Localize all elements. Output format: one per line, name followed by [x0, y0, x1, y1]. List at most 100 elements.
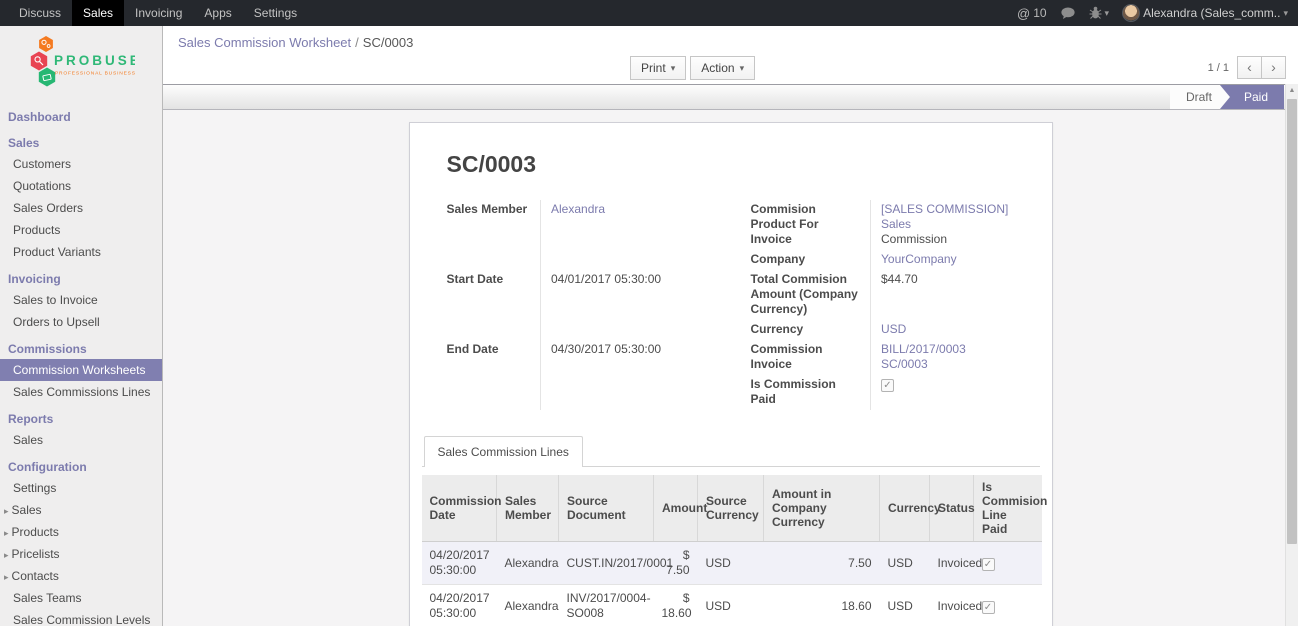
- sidebar-item-sales-orders[interactable]: Sales Orders: [0, 197, 162, 219]
- sidebar-section-configuration[interactable]: Configuration: [0, 457, 162, 477]
- table-row[interactable]: 04/20/2017 05:30:00 Alexandra INV/2017/0…: [422, 585, 1042, 626]
- cell-line-paid: ✓: [974, 585, 1042, 626]
- cell-currency: USD: [880, 585, 930, 626]
- sidebar-item-sales-teams[interactable]: Sales Teams: [0, 587, 162, 609]
- menu-discuss[interactable]: Discuss: [8, 0, 72, 26]
- end-date-value[interactable]: 04/30/2017 05:30:00: [541, 340, 711, 410]
- cell-currency: USD: [880, 542, 930, 585]
- activity-count: 10: [1033, 6, 1046, 20]
- cell-source-currency: USD: [698, 542, 764, 585]
- col-source-document[interactable]: Source Document: [559, 475, 654, 542]
- sidebar-item-orders-to-upsell[interactable]: Orders to Upsell: [0, 311, 162, 333]
- col-is-commission-line-paid[interactable]: Is Commision Line Paid: [974, 475, 1042, 542]
- currency-value-link[interactable]: USD: [881, 322, 906, 336]
- col-source-currency[interactable]: Source Currency: [698, 475, 764, 542]
- action-button[interactable]: Action ▾: [690, 56, 755, 80]
- sidebar-item-label: Sales: [12, 503, 42, 517]
- cell-source-document: CUST.IN/2017/0001: [559, 542, 654, 585]
- pager-previous-button[interactable]: ‹: [1237, 56, 1262, 79]
- commission-invoice-label: Commission Invoice: [751, 340, 871, 375]
- col-amount[interactable]: Amount: [654, 475, 698, 542]
- commission-product-value-link[interactable]: [SALES COMMISSION] Sales: [881, 202, 1008, 231]
- user-menu-button[interactable]: Alexandra (Sales_comm.. ▾: [1122, 4, 1288, 22]
- sales-member-value-link[interactable]: Alexandra: [551, 202, 605, 216]
- sidebar-item-label: Products: [12, 525, 59, 539]
- sidebar-section-invoicing[interactable]: Invoicing: [0, 269, 162, 289]
- line-paid-checkbox[interactable]: ✓: [982, 558, 995, 571]
- sidebar-item-dashboard[interactable]: Dashboard: [0, 107, 162, 127]
- breadcrumb-separator: /: [351, 35, 363, 50]
- table-row[interactable]: 04/20/2017 05:30:00 Alexandra CUST.IN/20…: [422, 542, 1042, 585]
- menu-settings[interactable]: Settings: [243, 0, 308, 26]
- cell-line-paid: ✓: [974, 542, 1042, 585]
- sidebar-item-config-contacts[interactable]: ▸Contacts: [0, 565, 162, 587]
- field-company: Company YourCompany: [751, 250, 1015, 270]
- company-value-link[interactable]: YourCompany: [881, 252, 957, 266]
- sidebar-item-sales-to-invoice[interactable]: Sales to Invoice: [0, 289, 162, 311]
- menu-invoicing[interactable]: Invoicing: [124, 0, 193, 26]
- sidebar-section-sales[interactable]: Sales: [0, 133, 162, 153]
- field-sales-member: Sales Member Alexandra: [447, 200, 711, 270]
- cell-amount-company: 18.60: [764, 585, 880, 626]
- total-commission-value: $44.70: [871, 270, 1015, 320]
- field-start-date: Start Date 04/01/2017 05:30:00: [447, 270, 711, 340]
- chevron-down-icon: ▾: [740, 63, 745, 74]
- menu-sales[interactable]: Sales: [72, 0, 124, 26]
- breadcrumb-current: SC/0003: [363, 35, 414, 50]
- scroll-up-icon[interactable]: ▲: [1286, 84, 1298, 98]
- probuse-logo[interactable]: PROBUSE PROFESSIONAL BUSINESS: [0, 26, 162, 101]
- sidebar-item-commission-worksheets[interactable]: Commission Worksheets: [0, 359, 162, 381]
- sidebar-item-config-pricelists[interactable]: ▸Pricelists: [0, 543, 162, 565]
- content-area: SC/0003 Sales Member Alexandra Start Dat…: [163, 110, 1298, 626]
- chevron-down-icon: ▾: [671, 63, 676, 74]
- is-commission-paid-checkbox[interactable]: ✓: [881, 379, 894, 392]
- commission-invoice-value-link[interactable]: BILL/2017/0003 SC/0003: [881, 342, 966, 371]
- scrollbar-thumb[interactable]: [1287, 99, 1297, 544]
- sidebar-item-label: Pricelists: [12, 547, 60, 561]
- expand-icon[interactable]: ▸: [4, 550, 9, 560]
- pager-next-button[interactable]: ›: [1261, 56, 1286, 79]
- sidebar-item-quotations[interactable]: Quotations: [0, 175, 162, 197]
- sidebar-item-sales-commission-levels[interactable]: Sales Commission Levels: [0, 609, 162, 626]
- menu-apps[interactable]: Apps: [193, 0, 242, 26]
- expand-icon[interactable]: ▸: [4, 572, 9, 582]
- sidebar-item-customers[interactable]: Customers: [0, 153, 162, 175]
- cell-status: Invoiced: [930, 585, 974, 626]
- tab-sales-commission-lines[interactable]: Sales Commission Lines: [424, 436, 583, 467]
- sidebar-section-commissions[interactable]: Commissions: [0, 339, 162, 359]
- sidebar-item-config-products[interactable]: ▸Products: [0, 521, 162, 543]
- sidebar-item-reports-sales[interactable]: Sales: [0, 429, 162, 451]
- col-commission-date[interactable]: Commission Date: [422, 475, 497, 542]
- page-title: SC/0003: [447, 151, 1015, 178]
- sidebar-section-reports[interactable]: Reports: [0, 409, 162, 429]
- breadcrumb-parent-link[interactable]: Sales Commission Worksheet: [178, 35, 351, 50]
- debug-menu-button[interactable]: ▾: [1089, 6, 1110, 20]
- line-paid-checkbox[interactable]: ✓: [982, 601, 995, 614]
- start-date-label: Start Date: [447, 270, 541, 340]
- pager-buttons: ‹ ›: [1237, 56, 1286, 79]
- sidebar-item-settings[interactable]: Settings: [0, 477, 162, 499]
- field-currency: Currency USD: [751, 320, 1015, 340]
- expand-icon[interactable]: ▸: [4, 506, 9, 516]
- col-sales-member[interactable]: Sales Member: [497, 475, 559, 542]
- expand-icon[interactable]: ▸: [4, 528, 9, 538]
- field-end-date: End Date 04/30/2017 05:30:00: [447, 340, 711, 410]
- sidebar-item-sales-commissions-lines[interactable]: Sales Commissions Lines: [0, 381, 162, 403]
- cell-commission-date: 04/20/2017 05:30:00: [422, 542, 497, 585]
- activities-button[interactable]: @ 10: [1017, 6, 1047, 21]
- action-buttons: Print ▾ Action ▾: [630, 56, 755, 80]
- col-amount-company-currency[interactable]: Amount in Company Currency: [764, 475, 880, 542]
- table-header-row: Commission Date Sales Member Source Docu…: [422, 475, 1042, 542]
- start-date-value[interactable]: 04/01/2017 05:30:00: [541, 270, 711, 340]
- col-currency[interactable]: Currency: [880, 475, 930, 542]
- sidebar-item-product-variants[interactable]: Product Variants: [0, 241, 162, 263]
- stage-draft[interactable]: Draft: [1170, 85, 1230, 109]
- logo-tagline-text: PROFESSIONAL BUSINESS: [55, 71, 135, 77]
- systray: @ 10 ▾ Alexandra (Sales_comm.. ▾: [1017, 0, 1298, 26]
- vertical-scrollbar[interactable]: ▲: [1285, 84, 1298, 626]
- print-button[interactable]: Print ▾: [630, 56, 686, 80]
- sidebar-item-config-sales[interactable]: ▸Sales: [0, 499, 162, 521]
- tab-row: Sales Commission Lines: [422, 436, 1040, 467]
- sidebar-item-products[interactable]: Products: [0, 219, 162, 241]
- messages-button[interactable]: [1060, 7, 1076, 20]
